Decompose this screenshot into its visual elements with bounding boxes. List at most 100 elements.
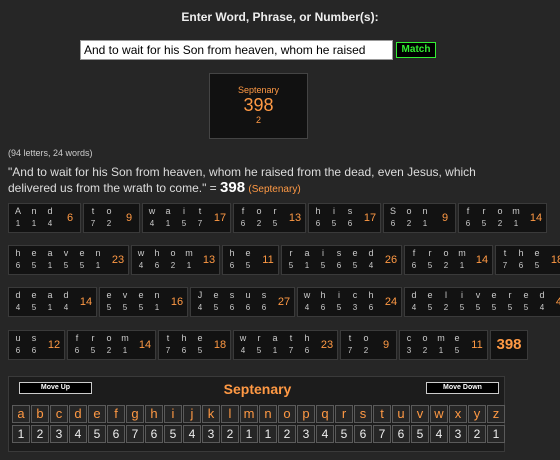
letter-cell: d4 <box>12 288 24 313</box>
letter-value: 6 <box>465 219 471 228</box>
word-box: t7h6e518 <box>158 330 231 360</box>
word-sum: 13 <box>202 254 216 266</box>
letter: t <box>91 206 95 216</box>
chart-letter: x <box>449 405 467 423</box>
letter: l <box>445 290 447 300</box>
letter-cell: e5 <box>210 288 222 313</box>
letter-value: 5 <box>122 303 128 312</box>
letter: t <box>166 333 170 343</box>
word-box: w 4 h 6 o 2 m 1 13 <box>131 245 220 275</box>
word-sum: 18 <box>550 254 560 266</box>
letter: o <box>256 206 262 216</box>
letter-value: 6 <box>15 346 21 355</box>
letter-cell: r5 <box>424 246 436 271</box>
word-sum: 12 <box>47 339 61 351</box>
letter-cell: w4 <box>135 246 147 271</box>
letter: o <box>363 333 369 343</box>
letter-cell: u6 <box>242 288 254 313</box>
chart-letter: k <box>202 405 220 423</box>
word-sum: 27 <box>277 296 291 308</box>
letter-value: 1 <box>31 219 37 228</box>
letter: e <box>352 248 358 258</box>
word-box: f 6 r 5 o 2 m 1 14 <box>458 203 547 233</box>
word-sum: 14 <box>475 254 489 266</box>
cipher-result-box[interactable]: Septenary 398 2 <box>209 73 308 139</box>
page-heading: Enter Word, Phrase, or Number(s): <box>181 10 379 24</box>
cipher-chart-panel: Move Up Septenary Move Down a1b2c3d4e5f6… <box>8 376 505 452</box>
letter-cell: m1 <box>435 331 447 356</box>
word-box: S6o2n19 <box>383 203 456 233</box>
letter: r <box>482 206 486 216</box>
letter: t <box>289 333 293 343</box>
letter-cell: h6 <box>515 246 527 271</box>
letter: i <box>333 206 335 216</box>
chart-letter: n <box>259 405 277 423</box>
letter: r <box>428 248 432 258</box>
letter-value: 2 <box>443 261 449 270</box>
chart-letter-value: 5 <box>335 425 353 443</box>
letter: f <box>466 206 470 216</box>
letter: n <box>422 206 428 216</box>
letter-value: 5 <box>459 303 465 312</box>
letter: r <box>289 248 293 258</box>
letter-value: 5 <box>181 219 187 228</box>
letter-value: 1 <box>438 346 444 355</box>
chart-letter-value: 4 <box>183 425 201 443</box>
letter-cell: l2 <box>440 288 452 313</box>
letter-value: 5 <box>90 346 96 355</box>
letter: w <box>239 333 247 343</box>
chart-letter-value: 6 <box>107 425 125 443</box>
chart-letter-value: 2 <box>278 425 296 443</box>
letter-value: 5 <box>491 303 497 312</box>
chart-letter-value: 5 <box>88 425 106 443</box>
word-sum: 14 <box>79 296 93 308</box>
letter: o <box>497 206 503 216</box>
cipher-name: Septenary <box>237 85 280 95</box>
letter: r <box>508 290 512 300</box>
letter-cell: h6 <box>12 246 24 271</box>
letter-cell: o2 <box>403 204 415 229</box>
letter: a <box>165 206 171 216</box>
letter-value: 5 <box>523 303 529 312</box>
move-down-button[interactable]: Move Down <box>426 382 499 394</box>
letter: s <box>261 290 267 300</box>
letter-value: 2 <box>256 219 262 228</box>
letter-value: 2 <box>170 261 176 270</box>
phrase-input[interactable] <box>80 40 393 60</box>
letter-cell: i5 <box>328 204 340 229</box>
letter-value: 4 <box>197 303 203 312</box>
letter-cell: d4 <box>408 288 420 313</box>
chart-letter: l <box>221 405 239 423</box>
letter-cell: c3 <box>403 331 415 356</box>
match-button[interactable]: Match <box>396 42 436 58</box>
letter-value: 1 <box>154 303 160 312</box>
chart-letter: d <box>69 405 87 423</box>
letter: a <box>47 290 53 300</box>
word-box: w 4 a 1 i 5 t 7 17 <box>142 203 231 233</box>
letter: e <box>197 333 203 343</box>
chart-letter: c <box>50 405 68 423</box>
letter-value: 5 <box>427 261 433 270</box>
letter-cell: f6 <box>237 204 249 229</box>
chart-letter: j <box>183 405 201 423</box>
letter-value: 7 <box>90 219 96 228</box>
letter-cell: r5 <box>478 204 490 229</box>
chart-letter-value: 7 <box>373 425 391 443</box>
letter: m <box>121 333 129 343</box>
letter: i <box>461 290 463 300</box>
letter: e <box>31 290 37 300</box>
letter-value: 3 <box>352 303 358 312</box>
letter: t <box>198 206 202 216</box>
letter-value: 5 <box>245 261 251 270</box>
word-box: h 6 e 5 11 <box>222 245 279 275</box>
letter-value: 1 <box>47 303 53 312</box>
letter-cell: t7 <box>499 246 511 271</box>
letter-cell: h6 <box>226 246 238 271</box>
letter: e <box>245 248 251 258</box>
letter-value: 1 <box>165 219 171 228</box>
chart-letter-value: 3 <box>297 425 315 443</box>
letter-cell: s6 <box>258 288 270 313</box>
letter-value: 5 <box>454 346 460 355</box>
word-sum: 23 <box>111 254 125 266</box>
letter-value: 5 <box>336 303 342 312</box>
